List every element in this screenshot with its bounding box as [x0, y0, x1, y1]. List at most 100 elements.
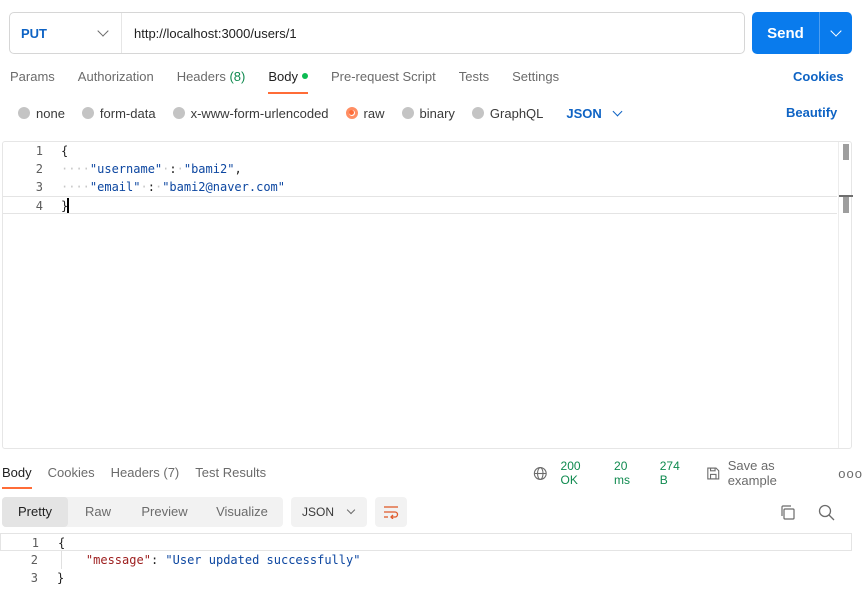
line-number: 3 — [35, 180, 43, 194]
method-label: PUT — [21, 25, 47, 41]
tab-settings[interactable]: Settings — [512, 66, 559, 94]
radio-binary[interactable]: binary — [401, 105, 455, 121]
radio-icon — [18, 107, 30, 119]
line-number: 2 — [30, 553, 38, 567]
open-brace: { — [58, 536, 66, 550]
tab-headers[interactable]: Headers (8) — [177, 66, 246, 94]
indent-guide — [61, 551, 62, 569]
editor-line: 3 ····"email"·:·"bami2@naver.com" — [3, 178, 837, 196]
radio-x-www-form-urlencoded[interactable]: x-www-form-urlencoded — [172, 106, 329, 121]
response-tab-cookies[interactable]: Cookies — [48, 463, 95, 489]
wrap-lines-icon — [384, 506, 399, 519]
wrap-lines-button[interactable] — [375, 497, 407, 527]
editor-scrollbar[interactable] — [838, 142, 853, 448]
search-icon[interactable] — [818, 504, 835, 521]
whitespace-marker: · — [176, 162, 184, 176]
tab-label: Authorization — [77, 69, 154, 84]
response-tabs: Body Cookies Headers (7) Test Results — [2, 463, 282, 489]
response-body-viewer[interactable]: 1 { 2 "message": "User updated successfu… — [0, 533, 852, 616]
response-line: 2 "message": "User updated successfully" — [0, 551, 852, 569]
chevron-down-icon — [830, 25, 842, 37]
editor-line-current: 4 } — [3, 196, 837, 214]
text-caret — [67, 198, 70, 213]
tab-label: Body — [268, 69, 298, 84]
headers-count: (8) — [229, 69, 246, 84]
line-number: 2 — [35, 162, 43, 176]
json-value: "User updated successfully" — [165, 553, 361, 567]
globe-icon[interactable] — [533, 466, 548, 481]
radio-icon — [81, 107, 94, 119]
view-raw[interactable]: Raw — [68, 497, 128, 527]
response-language-select[interactable]: JSON — [291, 497, 367, 527]
tab-label: Cookies — [47, 465, 95, 480]
radio-raw[interactable]: raw — [345, 106, 385, 121]
save-as-example-button[interactable]: Save as example — [706, 458, 824, 488]
line-code: "message": "User updated successfully" — [85, 553, 361, 567]
line-number: 3 — [30, 571, 38, 585]
radio-icon — [172, 107, 185, 119]
response-time[interactable]: 20 ms — [614, 459, 646, 487]
json-value: "bami2@naver.com" — [162, 180, 286, 194]
radio-label: form-data — [99, 105, 156, 121]
radio-label: binary — [419, 105, 455, 121]
tab-label: Body — [2, 465, 32, 480]
line-code: ····"email"·:·"bami2@naver.com" — [61, 180, 286, 194]
json-key: "email" — [89, 180, 141, 194]
json-value: "bami2" — [183, 162, 235, 176]
response-tab-headers[interactable]: Headers (7) — [111, 463, 180, 489]
radio-none[interactable]: none — [18, 106, 65, 121]
line-number: 1 — [35, 144, 43, 158]
body-language-label: JSON — [566, 105, 602, 121]
request-bar: PUT — [9, 12, 745, 54]
more-options-icon[interactable]: ooo — [838, 466, 863, 481]
radio-form-data[interactable]: form-data — [81, 105, 156, 121]
body-language-select[interactable]: JSON — [566, 105, 623, 121]
tab-label: Headers — [176, 69, 226, 84]
tab-label: Headers — [110, 465, 160, 480]
tab-label: Params — [10, 69, 55, 84]
radio-graphql[interactable]: GraphQL — [471, 105, 544, 121]
chevron-down-icon — [97, 25, 109, 37]
url-input[interactable] — [122, 13, 744, 53]
whitespace-marker: · — [140, 180, 148, 194]
send-button[interactable]: Send — [752, 12, 820, 54]
response-size[interactable]: 274 B — [660, 459, 690, 487]
editor-line: 1 { — [3, 142, 837, 160]
request-tabs: Params Authorization Headers (8) Body Pr… — [10, 66, 582, 94]
body-type-options: none form-data x-www-form-urlencoded raw… — [18, 104, 623, 122]
tab-params[interactable]: Params — [10, 66, 55, 94]
view-pretty[interactable]: Pretty — [2, 497, 68, 527]
response-tab-test-results[interactable]: Test Results — [195, 463, 266, 489]
method-select[interactable]: PUT — [10, 13, 122, 53]
radio-label: GraphQL — [489, 105, 544, 121]
tab-label: Tests — [458, 69, 490, 84]
save-as-example-label: Save as example — [727, 458, 777, 488]
chevron-down-icon — [346, 505, 356, 515]
tab-tests[interactable]: Tests — [459, 66, 489, 94]
scrollbar-thumb[interactable] — [843, 144, 849, 160]
json-key: "message" — [85, 553, 151, 567]
copy-icon[interactable] — [779, 504, 796, 521]
response-meta: 200 OK 20 ms 274 B Save as example ooo — [533, 458, 863, 488]
scrollbar-thumb[interactable] — [843, 197, 849, 213]
close-brace: } — [57, 571, 65, 585]
radio-icon — [471, 107, 484, 119]
body-indicator-dot — [301, 73, 308, 79]
tab-authorization[interactable]: Authorization — [78, 66, 154, 94]
radio-label: none — [36, 105, 65, 121]
tab-pre-request-script[interactable]: Pre-request Script — [331, 66, 436, 94]
response-language-label: JSON — [302, 505, 335, 519]
status-code[interactable]: 200 OK — [561, 459, 600, 487]
beautify-button[interactable]: Beautify — [786, 105, 837, 120]
response-tab-body[interactable]: Body — [2, 463, 32, 489]
request-body-editor[interactable]: 1 { 2 ····"username"·:·"bami2", 3 ····"e… — [2, 141, 853, 449]
response-view-switcher: Pretty Raw Preview Visualize — [2, 497, 283, 527]
line-code: { — [61, 142, 68, 160]
headers-count: (7) — [163, 465, 180, 480]
view-preview[interactable]: Preview — [128, 497, 201, 527]
editor-line: 2 ····"username"·:·"bami2", — [3, 160, 837, 178]
send-options-button[interactable] — [820, 12, 852, 54]
tab-body[interactable]: Body — [268, 66, 308, 94]
cookies-link[interactable]: Cookies — [793, 69, 844, 84]
view-visualize[interactable]: Visualize — [201, 497, 283, 527]
